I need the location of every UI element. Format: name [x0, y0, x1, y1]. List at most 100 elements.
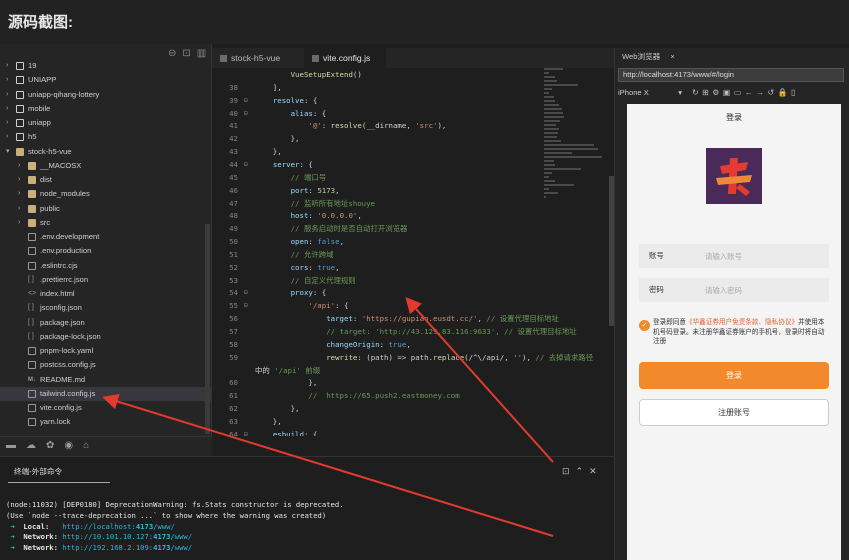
tab-stock-h5-vue[interactable]: stock-h5-vue: [212, 48, 304, 68]
user-icon[interactable]: ◉: [64, 440, 83, 451]
chevron-right-icon[interactable]: ›: [18, 159, 26, 173]
chevron-right-icon[interactable]: ›: [6, 130, 14, 144]
tree-item[interactable]: › dist: [0, 173, 211, 187]
url-input[interactable]: http://localhost:4173/www/#/login: [618, 68, 844, 82]
server-port[interactable]: 4173: [153, 532, 170, 541]
terminal-tab[interactable]: 终端-外部命令: [14, 466, 62, 477]
tree-item[interactable]: pnpm-lock.yaml: [0, 344, 211, 358]
code-text: target: 'https://gupiao.eusdt.cc/', // 设…: [255, 313, 559, 326]
tree-item[interactable]: .env.development: [0, 230, 211, 244]
browser-tab[interactable]: Web浏览器 ×: [616, 48, 681, 66]
tree-item[interactable]: postcss.config.js: [0, 358, 211, 372]
chevron-right-icon[interactable]: ›: [18, 173, 26, 187]
device-select[interactable]: iPhone X ▾: [618, 86, 686, 100]
maximize-icon[interactable]: ⊡: [562, 466, 576, 476]
fold-icon[interactable]: ⊟: [244, 287, 248, 300]
chevron-right-icon[interactable]: ›: [18, 202, 26, 216]
bell-icon[interactable]: ⌂: [83, 440, 99, 451]
minimap-line: [544, 68, 564, 70]
code-text: cors: true,: [255, 262, 340, 275]
device-toolbar-icon[interactable]: ▣: [723, 88, 734, 97]
tree-item[interactable]: .eslintrc.cjs: [0, 259, 211, 273]
tree-item[interactable]: › src: [0, 216, 211, 230]
chevron-right-icon[interactable]: ›: [6, 73, 14, 87]
chevron-right-icon[interactable]: ›: [6, 116, 14, 130]
server-url-path[interactable]: /www/: [153, 522, 175, 531]
js-file-icon: [312, 55, 319, 63]
fold-icon[interactable]: ⊟: [244, 159, 248, 172]
plugin-icon[interactable]: ✿: [46, 440, 64, 451]
account-input[interactable]: [705, 250, 815, 262]
chevron-right-icon[interactable]: ›: [6, 59, 14, 73]
filter-icon[interactable]: ⊡: [182, 48, 196, 59]
device-toolbar-icon[interactable]: ⊞: [702, 88, 712, 97]
chevron-right-icon[interactable]: ›: [18, 187, 26, 201]
tree-item[interactable]: ▾ stock-h5-vue: [0, 145, 211, 159]
code-token: },: [255, 404, 300, 414]
chevron-up-icon[interactable]: ⌃: [576, 466, 590, 476]
agreement: ✓ 登录即同意《华鑫证券用户免责条款、隐私协议》并使用本机号码登录。未注册华鑫证…: [639, 318, 831, 347]
tree-item[interactable]: [ ] .prettierrc.json: [0, 273, 211, 287]
server-url[interactable]: http://10.101.10.127:: [62, 532, 153, 541]
server-url-path[interactable]: /www/: [170, 543, 192, 552]
tree-item[interactable]: › public: [0, 202, 211, 216]
device-toolbar-icon[interactable]: ▭: [734, 88, 745, 97]
tree-item[interactable]: › UNIAPP: [0, 73, 211, 87]
device-toolbar-icon[interactable]: ▯: [791, 88, 799, 97]
login-button[interactable]: 登录: [639, 362, 829, 389]
tree-item[interactable]: › mobile: [0, 102, 211, 116]
tree-item[interactable]: › __MACOSX: [0, 159, 211, 173]
chevron-right-icon[interactable]: ›: [6, 102, 14, 116]
agree-checkbox[interactable]: ✓: [639, 320, 650, 331]
cloud-icon[interactable]: ☁: [26, 440, 46, 451]
collapse-all-icon[interactable]: ⊖: [168, 48, 182, 59]
code-token: ,: [339, 237, 345, 247]
layout-icon[interactable]: ▥: [197, 48, 212, 59]
tree-item[interactable]: [ ] package.json: [0, 316, 211, 330]
server-port[interactable]: 4173: [153, 543, 170, 552]
tree-item[interactable]: [ ] package-lock.json: [0, 330, 211, 344]
tree-item[interactable]: M↓ README.md: [0, 373, 211, 387]
device-toolbar-icon[interactable]: ↻: [692, 88, 702, 97]
code-text: // https://65.push2.eastmoney.com: [255, 390, 459, 403]
device-toolbar-icon[interactable]: ←: [745, 88, 756, 97]
server-port[interactable]: 4173: [136, 522, 153, 531]
minimap[interactable]: [542, 68, 610, 308]
server-url[interactable]: http://localhost:: [62, 522, 136, 531]
device-toolbar-icon[interactable]: ↺: [768, 88, 778, 97]
close-terminal-icon[interactable]: ✕: [589, 466, 603, 476]
device-toolbar-icon[interactable]: ⚙: [712, 88, 723, 97]
server-url[interactable]: http://192.168.2.109:: [62, 543, 153, 552]
tree-item[interactable]: .env.production: [0, 244, 211, 258]
tree-item[interactable]: yarn.lock: [0, 415, 211, 429]
tree-item[interactable]: tailwind.config.js: [0, 386, 211, 401]
tree-item[interactable]: › h5: [0, 130, 211, 144]
tree-item[interactable]: › uniapp: [0, 116, 211, 130]
minimap-line: [544, 104, 560, 106]
tree-item[interactable]: › 19: [0, 59, 211, 73]
password-input[interactable]: [705, 284, 815, 296]
server-label: Network:: [23, 543, 58, 553]
register-button[interactable]: 注册账号: [639, 399, 829, 426]
chevron-down-icon[interactable]: ▾: [6, 145, 14, 159]
tree-item[interactable]: vite.config.js: [0, 401, 211, 415]
explorer-scrollbar[interactable]: [205, 224, 210, 434]
code-line: 63 },: [212, 416, 614, 429]
agreement-link[interactable]: 《华鑫证券用户免责条款、隐私协议》: [686, 319, 798, 326]
tree-item[interactable]: › node_modules: [0, 187, 211, 201]
fold-icon[interactable]: ⊟: [244, 429, 248, 436]
fold-icon[interactable]: ⊟: [244, 95, 248, 108]
device-toolbar-icon[interactable]: 🔒: [778, 88, 791, 97]
tree-item[interactable]: [ ] jsconfig.json: [0, 301, 211, 315]
fold-icon[interactable]: ⊟: [244, 300, 248, 313]
fold-icon[interactable]: ⊟: [244, 108, 248, 121]
tree-item[interactable]: › uniapp-qihang-lottery: [0, 88, 211, 102]
tab-vite-config[interactable]: vite.config.js: [304, 48, 386, 68]
close-icon[interactable]: ×: [670, 52, 674, 61]
device-toolbar-icon[interactable]: →: [756, 88, 767, 97]
folder-icon[interactable]: ▬: [6, 440, 26, 451]
chevron-right-icon[interactable]: ›: [6, 88, 14, 102]
chevron-right-icon[interactable]: ›: [18, 216, 26, 230]
server-url-path[interactable]: /www/: [170, 532, 192, 541]
tree-item[interactable]: <> index.html: [0, 287, 211, 301]
